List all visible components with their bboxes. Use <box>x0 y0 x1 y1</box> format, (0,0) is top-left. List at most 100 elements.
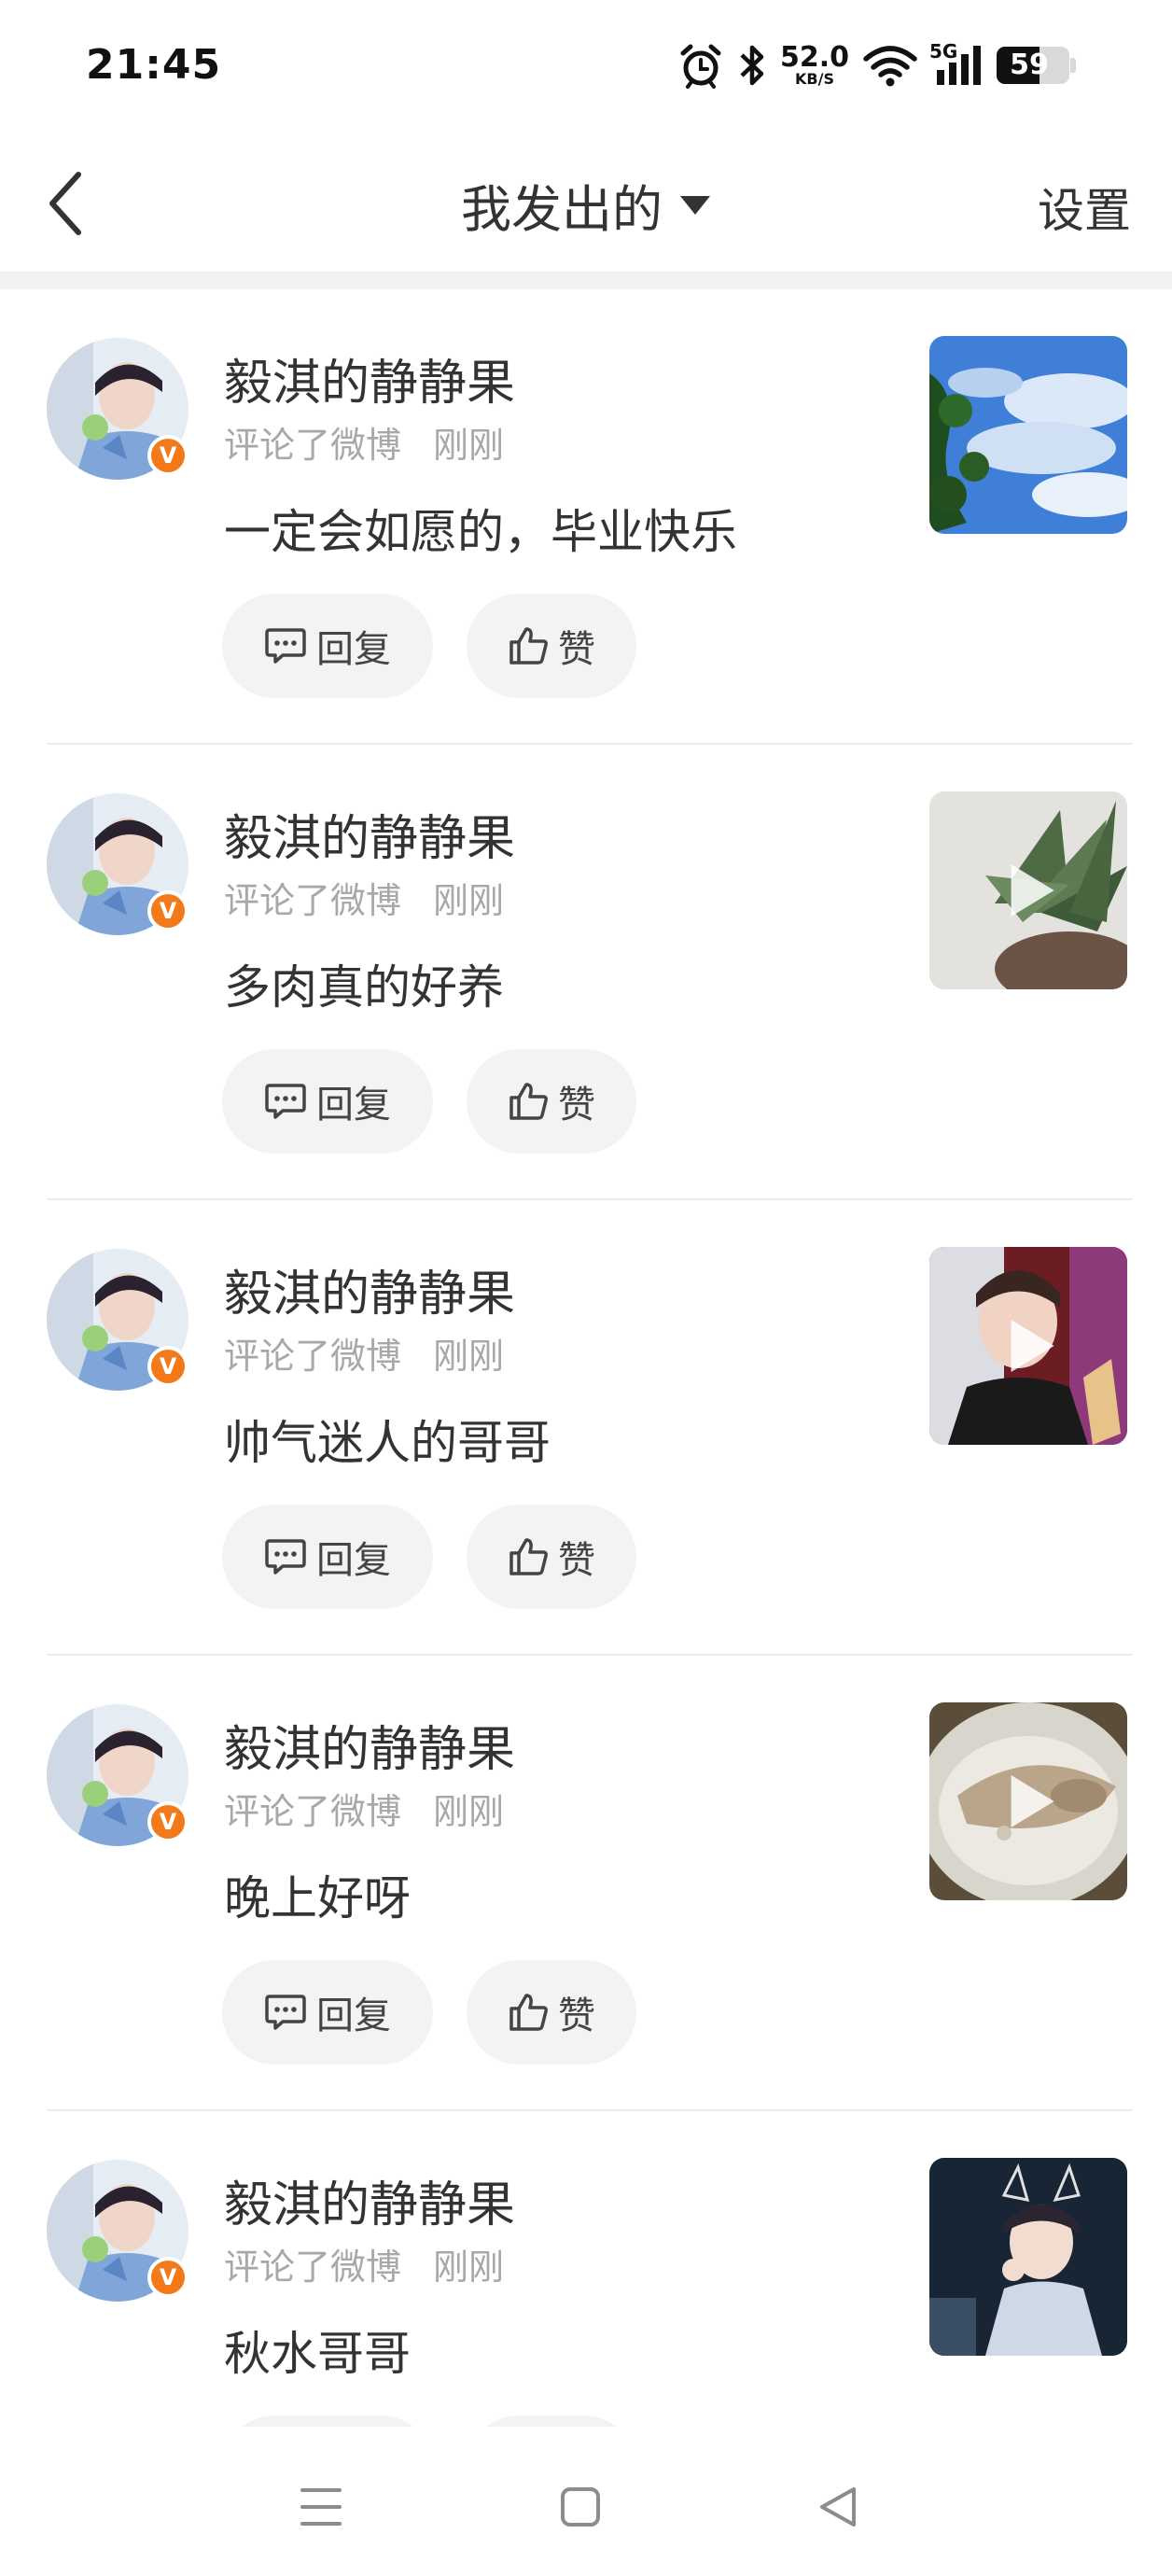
reply-label: 回复 <box>316 1995 391 2037</box>
comment-text: 晚上好呀 <box>224 1871 411 1925</box>
username[interactable]: 毅淇的静静果 <box>224 1254 515 1324</box>
verified-badge-icon: V <box>147 1346 188 1387</box>
page: 21:45 52.0 KB/S 5G 59 我发出的 设置 V 毅淇的静静果 评… <box>0 0 1172 2576</box>
play-icon <box>1011 1775 1054 1827</box>
comment-item[interactable]: V 毅淇的静静果 评论了微博 刚刚 晚上好呀 回复 赞 <box>0 1656 1172 2111</box>
verified-badge-icon: V <box>147 2257 188 2298</box>
comment-time: 刚刚 <box>433 425 505 466</box>
comment-actions: 回复 赞 <box>222 1960 636 2065</box>
alarm-icon <box>677 42 724 89</box>
reply-button[interactable]: 回复 <box>222 2415 433 2427</box>
comment-item[interactable]: V 毅淇的静静果 评论了微博 刚刚 一定会如愿的，毕业快乐 回复 赞 <box>0 289 1172 745</box>
section-separator <box>0 273 1172 289</box>
net-speed: 52.0 KB/S <box>780 44 849 87</box>
like-button[interactable]: 赞 <box>467 1049 636 1154</box>
comment-item[interactable]: V 毅淇的静静果 评论了微博 刚刚 帅气迷人的哥哥 回复 赞 <box>0 1200 1172 1656</box>
home-button[interactable] <box>543 2470 618 2544</box>
username[interactable]: 毅淇的静静果 <box>224 343 515 413</box>
comment-time: 刚刚 <box>433 1336 505 1377</box>
verified-badge-icon: V <box>147 435 188 476</box>
like-button[interactable]: 赞 <box>467 2415 636 2427</box>
system-navigation-bar <box>0 2427 1172 2576</box>
username[interactable]: 毅淇的静静果 <box>224 1710 515 1780</box>
like-label: 赞 <box>558 628 595 671</box>
post-thumbnail[interactable] <box>929 1702 1127 1900</box>
settings-button[interactable]: 设置 <box>1038 174 1131 241</box>
comment-actions: 回复 赞 <box>222 1505 636 1609</box>
like-button[interactable]: 赞 <box>467 1960 636 2065</box>
thumbs-up-icon <box>509 627 548 665</box>
wifi-icon <box>862 44 918 87</box>
like-label: 赞 <box>558 1995 595 2037</box>
reply-label: 回复 <box>316 1539 391 1582</box>
comment-actions: 回复 赞 <box>222 594 636 698</box>
post-thumbnail[interactable] <box>929 336 1127 534</box>
comment-feed[interactable]: V 毅淇的静静果 评论了微博 刚刚 一定会如愿的，毕业快乐 回复赞 V 毅淇的静静果 评论了微博… <box>0 289 1172 2427</box>
comment-time: 刚刚 <box>433 1791 505 1832</box>
like-button[interactable]: 赞 <box>467 1505 636 1609</box>
status-bar: 21:45 52.0 KB/S 5G 59 <box>0 0 1172 131</box>
menu-icon <box>300 2488 342 2526</box>
net-speed-unit: KB/S <box>795 70 834 88</box>
bluetooth-icon <box>737 42 767 89</box>
reply-button[interactable]: 回复 <box>222 1505 433 1609</box>
comment-time: 刚刚 <box>433 880 505 921</box>
reply-label: 回复 <box>316 1084 391 1127</box>
system-back-button[interactable] <box>801 2470 875 2544</box>
nav-bar: 我发出的 设置 <box>0 131 1172 273</box>
comment-bubble-icon <box>265 1995 306 2030</box>
post-thumbnail[interactable] <box>929 791 1127 989</box>
comment-bubble-icon <box>265 1084 306 1119</box>
caret-down-icon <box>680 195 710 215</box>
net-speed-value: 52.0 <box>779 41 849 74</box>
comment-action: 评论了微博 <box>224 425 402 466</box>
thumbs-up-icon <box>509 1083 548 1120</box>
comment-text: 帅气迷人的哥哥 <box>224 1416 551 1470</box>
page-title-dropdown[interactable]: 我发出的 <box>0 168 1172 242</box>
like-label: 赞 <box>558 1084 595 1127</box>
reply-button[interactable]: 回复 <box>222 1960 433 2065</box>
battery-icon: 59 <box>997 47 1076 84</box>
verified-badge-icon: V <box>147 1801 188 1842</box>
play-icon <box>1011 1320 1054 1372</box>
comment-text: 一定会如愿的，毕业快乐 <box>224 505 737 559</box>
comment-meta: 评论了微博 刚刚 <box>224 416 504 468</box>
comment-action: 评论了微博 <box>224 880 402 921</box>
thumbs-up-icon <box>509 1538 548 1575</box>
comment-actions: 回复 赞 <box>222 1049 636 1154</box>
home-square-icon <box>561 2487 600 2527</box>
comment-action: 评论了微博 <box>224 1791 402 1832</box>
thumbs-up-icon <box>509 1994 548 2031</box>
like-button[interactable]: 赞 <box>467 594 636 698</box>
status-time: 21:45 <box>86 41 222 89</box>
comment-meta: 评论了微博 刚刚 <box>224 2238 504 2289</box>
comment-meta: 评论了微博 刚刚 <box>224 872 504 923</box>
comment-action: 评论了微博 <box>224 1336 402 1377</box>
comment-time: 刚刚 <box>433 2247 505 2288</box>
page-title: 我发出的 <box>461 180 663 239</box>
comment-item[interactable]: V 毅淇的静静果评论了微博刚刚秋水哥哥回复 赞 <box>0 2111 1172 2427</box>
battery-nub <box>1070 58 1076 73</box>
battery-level: 59 <box>1010 49 1049 81</box>
username[interactable]: 毅淇的静静果 <box>224 799 515 869</box>
play-icon <box>1011 864 1054 917</box>
comment-bubble-icon <box>265 1539 306 1575</box>
reply-button[interactable]: 回复 <box>222 594 433 698</box>
comment-meta: 评论了微博 刚刚 <box>224 1783 504 1834</box>
comment-item[interactable]: V 毅淇的静静果 评论了微博 刚刚 多肉真的好养 回复 赞 <box>0 745 1172 1200</box>
reply-button[interactable]: 回复 <box>222 1049 433 1154</box>
post-thumbnail[interactable] <box>929 1247 1127 1445</box>
comment-action: 评论了微博 <box>224 2247 402 2288</box>
reply-label: 回复 <box>316 628 391 671</box>
status-icons: 52.0 KB/S 5G 59 <box>677 37 1076 93</box>
menu-button[interactable] <box>284 2470 358 2544</box>
username[interactable]: 毅淇的静静果 <box>224 2165 515 2235</box>
comment-actions: 回复 赞 <box>222 2415 636 2427</box>
comment-text: 多肉真的好养 <box>224 960 504 1015</box>
verified-badge-icon: V <box>147 890 188 931</box>
cellular-signal-icon: 5G <box>929 40 984 87</box>
comment-meta: 评论了微博 刚刚 <box>224 1327 504 1379</box>
comment-text: 秋水哥哥 <box>224 2327 411 2381</box>
post-thumbnail[interactable] <box>929 2158 1127 2356</box>
signal-type-label: 5G <box>929 40 958 63</box>
